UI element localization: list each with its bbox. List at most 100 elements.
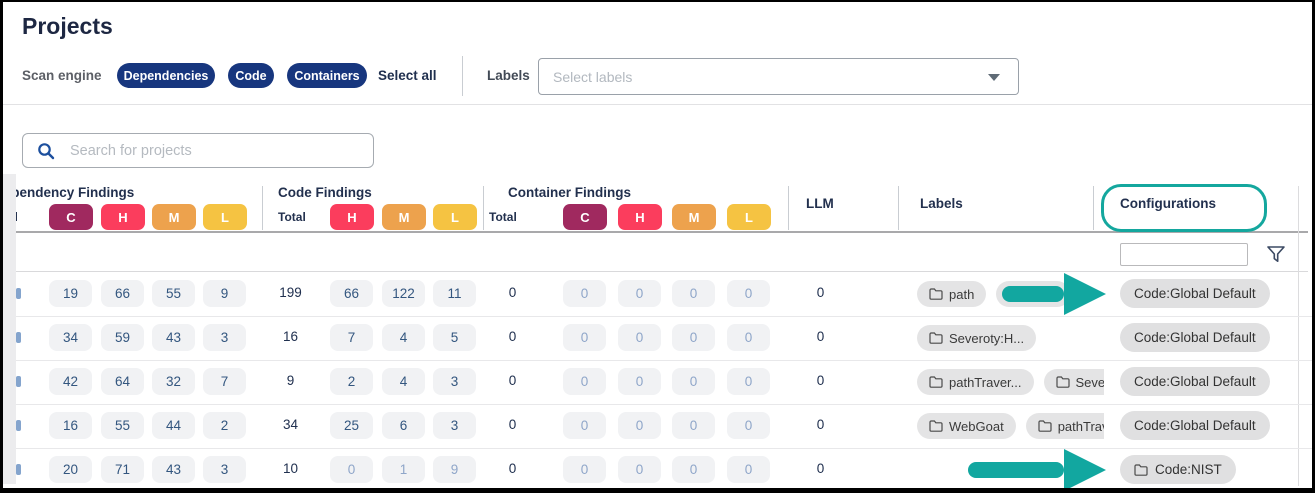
configuration-chip[interactable]: Code:Global Default — [1120, 367, 1270, 396]
finding-count-container-C[interactable]: 0 — [563, 412, 606, 439]
finding-count-dependency-H[interactable]: 64 — [101, 368, 144, 395]
finding-count-container-C[interactable]: 0 — [563, 280, 606, 307]
finding-count-code-H[interactable]: 66 — [330, 280, 373, 307]
label-chip[interactable]: pathTraver... — [917, 369, 1034, 395]
configurations-cell: Code:Global Default — [1120, 279, 1270, 308]
label-chip[interactable]: pathTraver.. — [1026, 413, 1104, 439]
label-chip[interactable]: Severoty:H... — [917, 325, 1036, 351]
finding-count-code-M[interactable]: 1 — [382, 456, 425, 483]
severity-badge-code-L: L — [433, 204, 477, 230]
finding-count-dependency-L[interactable]: 7 — [203, 368, 246, 395]
toolbar-divider — [462, 56, 463, 96]
label-chip[interactable]: Severoty — [1044, 369, 1105, 395]
finding-count-dependency-M[interactable]: 55 — [152, 280, 195, 307]
finding-count-code-M[interactable]: 4 — [382, 368, 425, 395]
configuration-chip-text: Code:Global Default — [1134, 286, 1256, 301]
finding-count-code-L[interactable]: 11 — [433, 280, 476, 307]
finding-count-container-H[interactable]: 0 — [618, 412, 661, 439]
finding-count-container-C[interactable]: 0 — [563, 368, 606, 395]
finding-count-container-M[interactable]: 0 — [672, 280, 715, 307]
labels-select-placeholder: Select labels — [553, 69, 632, 85]
finding-count-dependency-L[interactable]: 3 — [203, 456, 246, 483]
labels-select[interactable]: Select labels — [538, 58, 1019, 95]
engine-toggle-containers[interactable]: Containers — [287, 63, 367, 88]
configuration-chip[interactable]: Code:Global Default — [1120, 279, 1270, 308]
finding-count-dependency-L[interactable]: 2 — [203, 412, 246, 439]
finding-count-dependency-M[interactable]: 32 — [152, 368, 195, 395]
finding-count-dependency-M[interactable]: 43 — [152, 456, 195, 483]
severity-badge-dependency-C: C — [49, 204, 93, 230]
finding-count-code-H[interactable]: 0 — [330, 456, 373, 483]
finding-count-container-H[interactable]: 0 — [618, 368, 661, 395]
finding-count-code-L[interactable]: 3 — [433, 368, 476, 395]
llm-count: 0 — [798, 417, 843, 432]
column-group-container-findings: Container Findings — [508, 185, 631, 200]
select-all-button[interactable]: Select all — [378, 68, 437, 83]
finding-count-code-M[interactable]: 4 — [382, 324, 425, 351]
label-chip[interactable]: path — [917, 281, 986, 307]
finding-count-container-H[interactable]: 0 — [618, 456, 661, 483]
finding-count-container-M[interactable]: 0 — [672, 412, 715, 439]
finding-count-dependency-C[interactable]: 42 — [49, 368, 92, 395]
table-row: 42643279243000000pathTraver...SeverotyCo… — [0, 360, 1315, 405]
finding-count-container-L[interactable]: 0 — [727, 324, 770, 351]
finding-count-container-C[interactable]: 0 — [563, 324, 606, 351]
finding-count-container-L[interactable]: 0 — [727, 412, 770, 439]
label-chip-text: WebGoat — [949, 419, 1004, 434]
finding-count-dependency-H[interactable]: 66 — [101, 280, 144, 307]
label-chip-text: Severoty — [1076, 375, 1105, 390]
finding-count-dependency-H[interactable]: 55 — [101, 412, 144, 439]
finding-count-code-M[interactable]: 122 — [382, 280, 425, 307]
code-total: 34 — [268, 417, 313, 432]
finding-count-container-L[interactable]: 0 — [727, 368, 770, 395]
finding-count-code-L[interactable]: 3 — [433, 412, 476, 439]
severity-badge-code-H: H — [330, 204, 374, 230]
finding-count-code-L[interactable]: 5 — [433, 324, 476, 351]
container-total: 0 — [490, 329, 535, 344]
finding-count-dependency-C[interactable]: 20 — [49, 456, 92, 483]
finding-count-container-M[interactable]: 0 — [672, 368, 715, 395]
finding-count-code-L[interactable]: 9 — [433, 456, 476, 483]
finding-count-code-H[interactable]: 25 — [330, 412, 373, 439]
finding-count-dependency-L[interactable]: 3 — [203, 324, 246, 351]
container-total: 0 — [490, 285, 535, 300]
labels-cell: pathTraver... Severoty — [917, 368, 1104, 396]
engine-toggle-dependencies[interactable]: Dependencies — [117, 63, 215, 88]
finding-count-code-M[interactable]: 6 — [382, 412, 425, 439]
table-row: 207143310019000000Code:NIST — [0, 448, 1315, 493]
truncated-left-column-fragment — [16, 376, 21, 387]
finding-count-container-L[interactable]: 0 — [727, 280, 770, 307]
finding-count-dependency-H[interactable]: 59 — [101, 324, 144, 351]
finding-count-dependency-H[interactable]: 71 — [101, 456, 144, 483]
table-row: 1655442342563000000WebGoatpathTraver..Co… — [0, 404, 1315, 449]
label-chip[interactable]: WebGoat — [917, 413, 1016, 439]
search-input[interactable]: Search for projects — [22, 133, 374, 168]
finding-count-dependency-C[interactable]: 16 — [49, 412, 92, 439]
configuration-chip[interactable]: Code:Global Default — [1120, 323, 1270, 352]
finding-count-dependency-M[interactable]: 43 — [152, 324, 195, 351]
filter-funnel-icon[interactable] — [1266, 245, 1286, 264]
configuration-chip[interactable]: Code:Global Default — [1120, 411, 1270, 440]
cropped-column-strip — [3, 174, 16, 484]
configuration-chip[interactable]: Code:NIST — [1120, 455, 1236, 484]
folder-icon — [1038, 420, 1052, 432]
finding-count-container-M[interactable]: 0 — [672, 324, 715, 351]
finding-count-dependency-M[interactable]: 44 — [152, 412, 195, 439]
finding-count-dependency-L[interactable]: 9 — [203, 280, 246, 307]
finding-count-container-L[interactable]: 0 — [727, 456, 770, 483]
finding-count-container-H[interactable]: 0 — [618, 324, 661, 351]
finding-count-container-M[interactable]: 0 — [672, 456, 715, 483]
finding-count-dependency-C[interactable]: 34 — [49, 324, 92, 351]
finding-count-dependency-C[interactable]: 19 — [49, 280, 92, 307]
table-row: 19665591996612211000000pathCode:Global D… — [0, 272, 1315, 317]
llm-count: 0 — [798, 373, 843, 388]
finding-count-code-H[interactable]: 7 — [330, 324, 373, 351]
toolbar-separator — [0, 104, 1315, 105]
finding-count-code-H[interactable]: 2 — [330, 368, 373, 395]
configurations-filter-input[interactable] — [1120, 243, 1248, 266]
finding-count-container-C[interactable]: 0 — [563, 456, 606, 483]
engine-toggle-code[interactable]: Code — [228, 63, 274, 88]
finding-count-container-H[interactable]: 0 — [618, 280, 661, 307]
folder-icon — [929, 420, 943, 432]
truncated-left-column-fragment — [16, 332, 21, 343]
